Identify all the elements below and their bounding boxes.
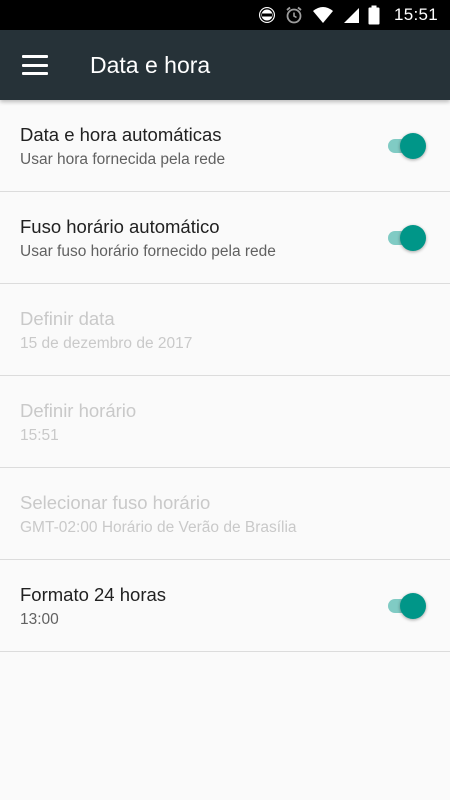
menu-icon[interactable] <box>22 55 48 75</box>
page-title: Data e hora <box>90 51 211 78</box>
cellular-signal-icon <box>342 6 360 24</box>
24-hour-format-toggle[interactable] <box>386 592 426 619</box>
setting-summary: 15:51 <box>20 427 59 444</box>
status-bar: 15:51 <box>0 0 450 30</box>
setting-title: Definir data <box>20 308 115 329</box>
setting-set-time: Definir horário 15:51 <box>0 376 450 468</box>
setting-title: Selecionar fuso horário <box>20 492 211 513</box>
do-not-disturb-icon <box>258 6 276 24</box>
setting-title: Definir horário <box>20 400 137 421</box>
setting-select-time-zone: Selecionar fuso horário GMT-02:00 Horári… <box>0 468 450 560</box>
setting-auto-time-zone[interactable]: Fuso horário automático Usar fuso horári… <box>0 192 450 284</box>
auto-date-time-toggle[interactable] <box>386 132 426 159</box>
wifi-icon <box>312 6 334 24</box>
app-bar: Data e hora <box>0 30 450 100</box>
switch-thumb <box>400 132 426 159</box>
setting-set-date: Definir data 15 de dezembro de 2017 <box>0 284 450 376</box>
setting-summary: GMT-02:00 Horário de Verão de Brasília <box>20 519 297 536</box>
settings-list: Data e hora automáticas Usar hora fornec… <box>0 100 450 652</box>
status-clock: 15:51 <box>393 5 438 24</box>
setting-24-hour-format[interactable]: Formato 24 horas 13:00 <box>0 560 450 652</box>
switch-thumb <box>400 592 426 619</box>
auto-time-zone-toggle[interactable] <box>386 224 426 251</box>
switch-thumb <box>400 224 426 251</box>
alarm-icon <box>284 5 304 25</box>
setting-auto-date-time[interactable]: Data e hora automáticas Usar hora fornec… <box>0 100 450 192</box>
battery-icon <box>368 5 380 25</box>
setting-summary: 15 de dezembro de 2017 <box>20 335 193 352</box>
